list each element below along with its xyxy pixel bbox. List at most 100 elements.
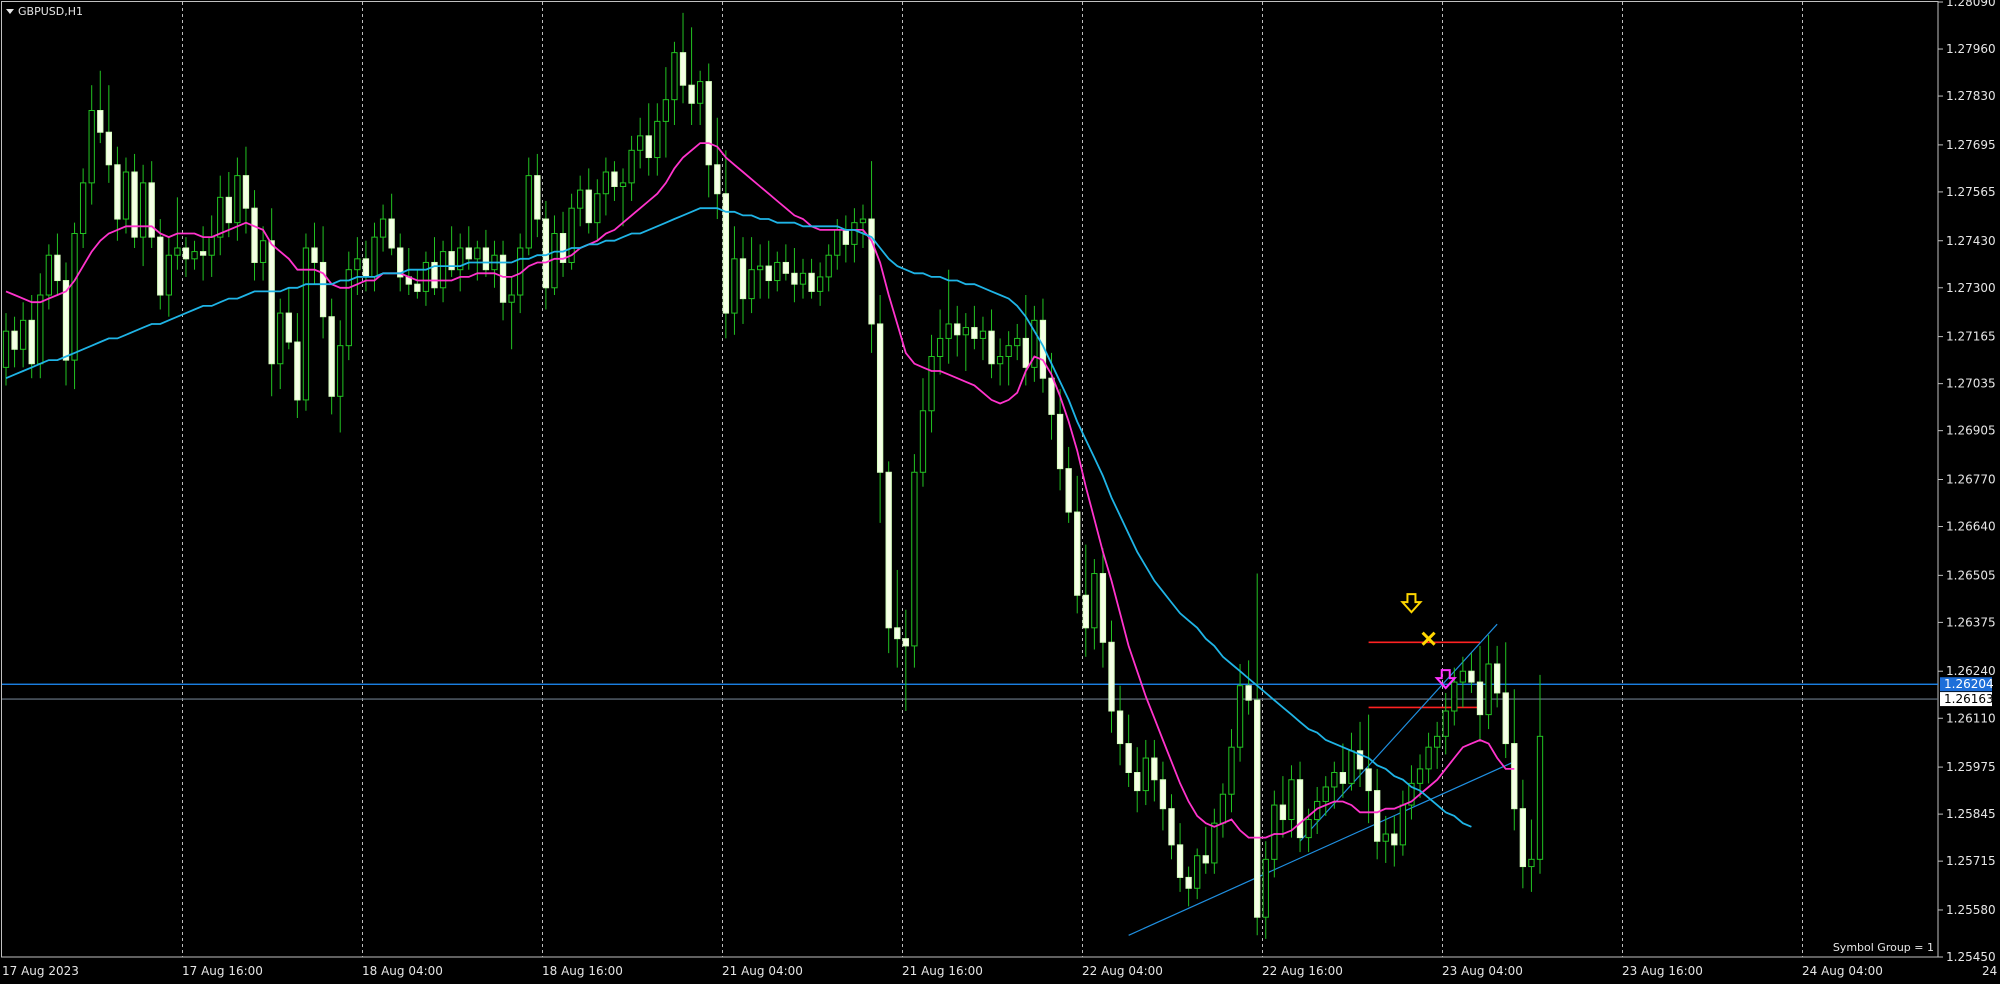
candle-body bbox=[928, 356, 935, 412]
price-tick-label: 1.26640 bbox=[1946, 520, 1996, 534]
candle-body bbox=[37, 294, 44, 365]
candle-body bbox=[1262, 858, 1269, 918]
candle-body bbox=[1074, 511, 1081, 596]
candle-body bbox=[731, 258, 738, 314]
candle-body bbox=[379, 218, 387, 238]
current-price-text: 1.26163 bbox=[1944, 692, 1994, 706]
candle-body bbox=[1125, 743, 1132, 774]
candle-body bbox=[1082, 594, 1089, 629]
candle-body bbox=[525, 175, 532, 249]
candle-body bbox=[1236, 685, 1244, 748]
candle-body bbox=[611, 171, 618, 187]
candle-body bbox=[54, 254, 61, 282]
time-tick-label: 17 Aug 16:00 bbox=[182, 964, 263, 978]
candle-body bbox=[876, 323, 884, 473]
candle-body bbox=[765, 265, 772, 282]
candle-body bbox=[1476, 681, 1484, 716]
candle-body bbox=[285, 312, 292, 343]
candle-body bbox=[354, 258, 361, 271]
candle-body bbox=[1005, 345, 1012, 358]
price-chart[interactable]: 17 Aug 2023 17 Aug 16:00 18 Aug 04:00 18 Au… bbox=[0, 0, 2000, 984]
candle-body bbox=[71, 233, 78, 361]
candle-body bbox=[114, 164, 121, 220]
candle-body bbox=[1159, 779, 1167, 810]
candle-body bbox=[328, 316, 335, 397]
candle-body bbox=[1339, 772, 1347, 784]
price-tick-label: 1.26905 bbox=[1946, 424, 1996, 438]
candle-body bbox=[131, 171, 138, 238]
candle-body bbox=[1048, 377, 1055, 415]
price-tick-label: 1.25450 bbox=[1946, 950, 1996, 964]
candle-body bbox=[1468, 670, 1475, 683]
time-tick-label: 24 Aug 16:00 bbox=[1982, 964, 2000, 978]
candle-body bbox=[1116, 710, 1124, 745]
candle-body bbox=[979, 330, 987, 339]
candle-body bbox=[259, 240, 267, 263]
candle-body bbox=[1271, 804, 1278, 860]
candle-body bbox=[628, 149, 635, 184]
candle-body bbox=[191, 251, 198, 260]
candle-body bbox=[894, 627, 901, 640]
candle-body bbox=[1365, 768, 1372, 792]
price-tick-label: 1.25715 bbox=[1946, 854, 1996, 868]
candle-body bbox=[439, 251, 447, 289]
price-tick-label: 1.26240 bbox=[1946, 664, 1996, 678]
candle-body bbox=[1399, 804, 1407, 846]
current-price-text: 1.26204 bbox=[1944, 677, 1994, 691]
candle-body bbox=[1254, 699, 1261, 918]
candle-body bbox=[362, 258, 370, 278]
candle-body bbox=[371, 236, 378, 278]
candle-body bbox=[1288, 779, 1295, 821]
candle-body bbox=[602, 171, 610, 195]
candle-body bbox=[1014, 337, 1021, 347]
candle-body bbox=[1425, 746, 1432, 770]
price-tick-label: 1.28090 bbox=[1946, 0, 1996, 9]
candle-body bbox=[1434, 735, 1441, 748]
candle-body bbox=[671, 52, 678, 101]
candle-body bbox=[1194, 855, 1201, 889]
candle-body bbox=[337, 345, 344, 397]
price-tick-label: 1.27300 bbox=[1946, 281, 1996, 295]
time-tick-label: 18 Aug 04:00 bbox=[362, 964, 443, 978]
candle-body bbox=[88, 110, 95, 184]
candle-body bbox=[277, 312, 284, 365]
candle-body bbox=[919, 410, 927, 473]
candle-body bbox=[1374, 790, 1381, 842]
candle-body bbox=[11, 330, 18, 350]
chart-background bbox=[0, 0, 2000, 984]
candle-body bbox=[208, 236, 215, 256]
candle-body bbox=[1091, 573, 1098, 629]
candle-body bbox=[971, 327, 978, 339]
price-tick-label: 1.25845 bbox=[1946, 807, 1996, 821]
time-tick-label: 23 Aug 16:00 bbox=[1622, 964, 1703, 978]
candle-body bbox=[1142, 757, 1149, 792]
candle-body bbox=[2, 330, 10, 368]
candle-body bbox=[1211, 822, 1218, 864]
candle-body bbox=[808, 272, 815, 292]
candle-body bbox=[311, 247, 318, 263]
candle-body bbox=[1219, 793, 1227, 824]
candle-body bbox=[688, 84, 695, 104]
candle-body bbox=[97, 110, 104, 133]
candle-body bbox=[988, 330, 995, 365]
candle-body bbox=[911, 471, 918, 647]
price-tick-label: 1.26505 bbox=[1946, 568, 1996, 582]
candle-body bbox=[1134, 772, 1141, 792]
candle-body bbox=[936, 337, 944, 358]
candle-body bbox=[714, 164, 721, 195]
candle-body bbox=[1536, 735, 1544, 860]
candle-body bbox=[542, 218, 550, 289]
candle-body bbox=[182, 247, 190, 260]
candle-body bbox=[474, 247, 481, 260]
candle-body bbox=[414, 283, 421, 292]
candle-body bbox=[19, 319, 27, 350]
candle-body bbox=[157, 236, 164, 296]
candle-body bbox=[551, 233, 558, 289]
candle-body bbox=[225, 196, 232, 224]
candle-body bbox=[1442, 710, 1449, 737]
candle-body bbox=[662, 99, 670, 122]
candle-body bbox=[1382, 833, 1389, 842]
candle-body bbox=[654, 120, 661, 159]
candle-body bbox=[834, 229, 841, 256]
candle-body bbox=[1305, 819, 1312, 839]
